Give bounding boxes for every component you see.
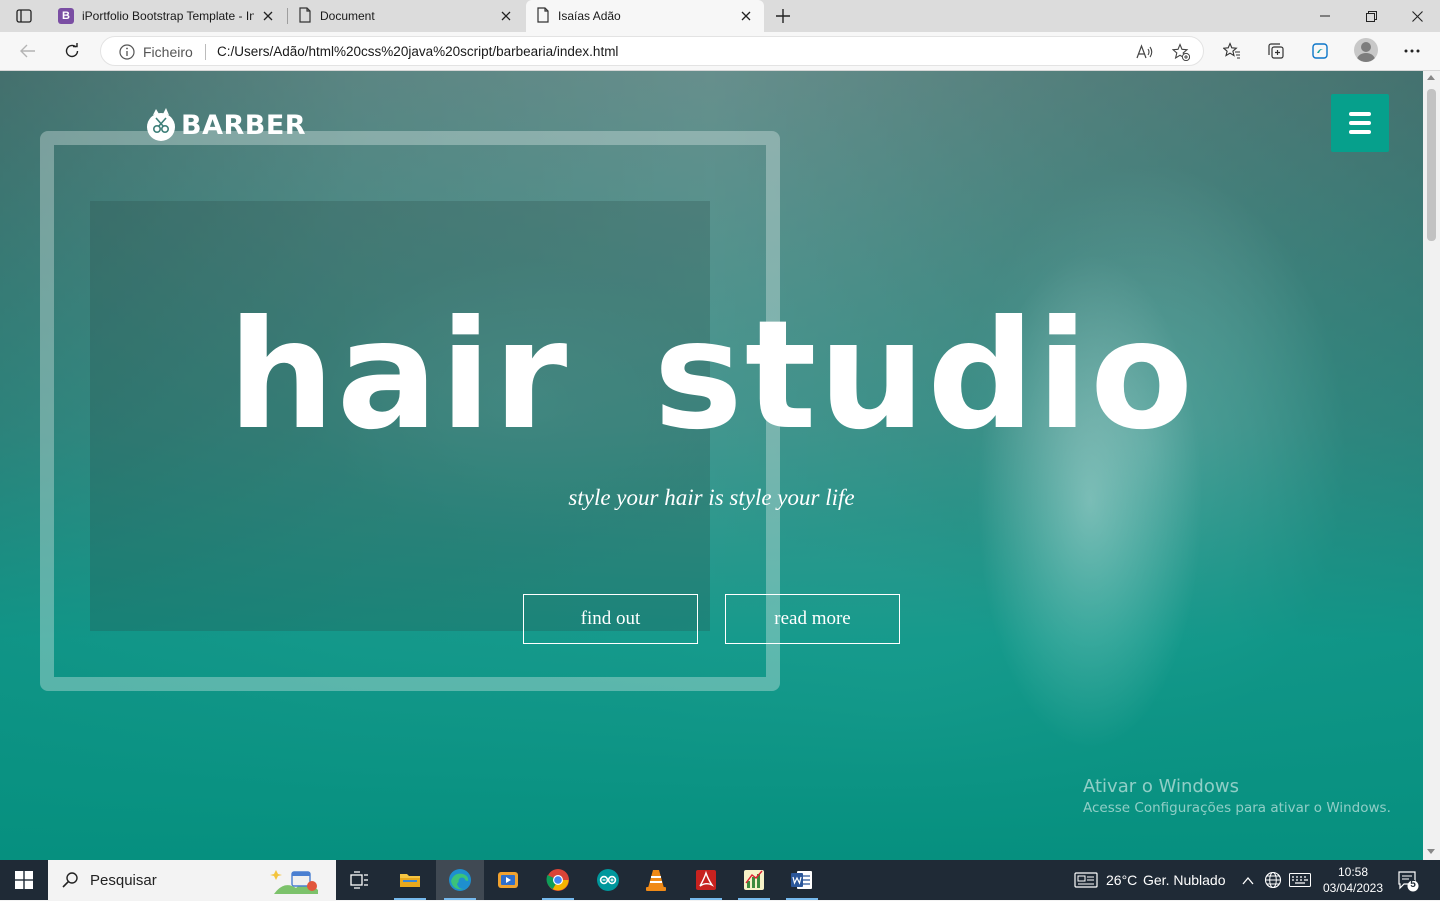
system-clock[interactable]: 10:58 03/04/2023 (1318, 864, 1388, 896)
tab-isaias-adao[interactable]: Isaías Adão (526, 0, 764, 32)
hamburger-menu-button[interactable] (1331, 94, 1389, 152)
scrollbar-thumb[interactable] (1427, 89, 1436, 241)
read-aloud-icon[interactable] (1135, 42, 1155, 62)
hero-title: hair studio (227, 289, 1196, 463)
search-icon (62, 872, 78, 888)
notification-center-icon[interactable]: 5 (1396, 868, 1420, 892)
menu-bar-icon (1349, 112, 1371, 116)
bootstrap-favicon-icon: B (58, 8, 74, 24)
keyboard-icon[interactable] (1289, 873, 1311, 892)
info-icon[interactable] (119, 44, 135, 65)
tab-actions-icon[interactable] (6, 4, 42, 28)
arduino-icon[interactable] (584, 860, 632, 900)
address-url[interactable]: C:/Users/Adão/html%20css%20java%20script… (217, 44, 618, 59)
windows-taskbar: Pesquisar 26°C Ger. Nublado 10:58 03/04/… (0, 860, 1440, 900)
close-icon[interactable] (260, 8, 276, 24)
tab-strip: B iPortfolio Bootstrap Template - In Doc… (0, 0, 1440, 32)
edge-browser-icon[interactable] (436, 860, 484, 900)
hero-subtitle: style your hair is style your life (568, 485, 855, 510)
refresh-button[interactable] (58, 38, 86, 64)
find-out-button[interactable]: find out (523, 594, 698, 644)
task-view-icon[interactable] (336, 860, 384, 900)
tab-title: Isaías Adão (558, 9, 621, 23)
scroll-down-arrow-icon[interactable] (1427, 849, 1435, 854)
weather-temperature[interactable]: 26°C (1106, 872, 1137, 888)
chrome-icon[interactable] (534, 860, 582, 900)
profile-avatar[interactable] (1354, 38, 1378, 62)
more-options-icon[interactable] (1398, 38, 1426, 64)
address-divider (205, 44, 206, 60)
media-player-icon[interactable] (484, 860, 532, 900)
search-placeholder: Pesquisar (90, 871, 157, 889)
watermark-subtitle: Acesse Configurações para ativar o Windo… (1083, 800, 1391, 816)
barber-logo[interactable]: BARBER (143, 105, 306, 145)
globe-network-icon[interactable] (1264, 871, 1282, 894)
add-favorite-icon[interactable] (1171, 42, 1191, 62)
tab-title: Document (320, 9, 375, 23)
read-more-button[interactable]: read more (725, 594, 900, 644)
minimize-button[interactable] (1302, 0, 1348, 32)
address-bar[interactable]: Ficheiro C:/Users/Adão/html%20css%20java… (100, 36, 1204, 66)
new-tab-button[interactable] (770, 4, 796, 28)
windows-activation-watermark: Ativar o Windows Acesse Configurações pa… (1083, 776, 1391, 816)
browser-toolbar: Ficheiro C:/Users/Adão/html%20css%20java… (0, 32, 1440, 71)
favorites-icon[interactable] (1218, 38, 1246, 64)
windows-logo-icon (15, 871, 33, 889)
restore-button[interactable] (1348, 0, 1394, 32)
scissors-logo-icon (147, 108, 175, 141)
close-window-button[interactable] (1394, 0, 1440, 32)
tab-title: iPortfolio Bootstrap Template - In (82, 9, 254, 23)
scroll-up-arrow-icon[interactable] (1427, 75, 1435, 80)
page-icon (536, 6, 550, 26)
tab-iportfolio[interactable]: B iPortfolio Bootstrap Template - In (48, 0, 286, 32)
menu-bar-icon (1349, 121, 1371, 125)
chart-app-icon[interactable] (730, 860, 778, 900)
start-button[interactable] (0, 860, 48, 900)
weather-description[interactable]: Ger. Nublado (1143, 872, 1226, 888)
tab-document[interactable]: Document (288, 0, 524, 32)
taskbar-search[interactable]: Pesquisar (48, 860, 336, 900)
logo-text: BARBER (181, 109, 307, 141)
pdf-reader-icon[interactable] (682, 860, 730, 900)
clock-date: 03/04/2023 (1322, 881, 1384, 895)
word-icon[interactable] (778, 860, 826, 900)
close-icon[interactable] (738, 8, 754, 24)
notification-count: 5 (1410, 879, 1416, 890)
page-icon (298, 6, 312, 26)
address-scheme-label: Ficheiro (143, 44, 193, 60)
collections-icon[interactable] (1262, 38, 1290, 64)
file-explorer-icon[interactable] (386, 860, 434, 900)
close-icon[interactable] (498, 8, 514, 24)
hero-section: BARBER hair studio style your hair is st… (0, 71, 1423, 860)
chevron-up-icon[interactable] (1242, 873, 1254, 891)
browser-essentials-icon[interactable] (1306, 38, 1334, 64)
page-scrollbar[interactable] (1423, 71, 1440, 860)
vlc-icon[interactable] (632, 860, 680, 900)
search-highlight-icon (270, 866, 322, 901)
watermark-title: Ativar o Windows (1083, 776, 1239, 797)
weather-icon[interactable] (1074, 872, 1098, 893)
menu-bar-icon (1349, 130, 1371, 134)
back-button[interactable] (14, 38, 42, 64)
clock-time: 10:58 (1337, 865, 1369, 879)
